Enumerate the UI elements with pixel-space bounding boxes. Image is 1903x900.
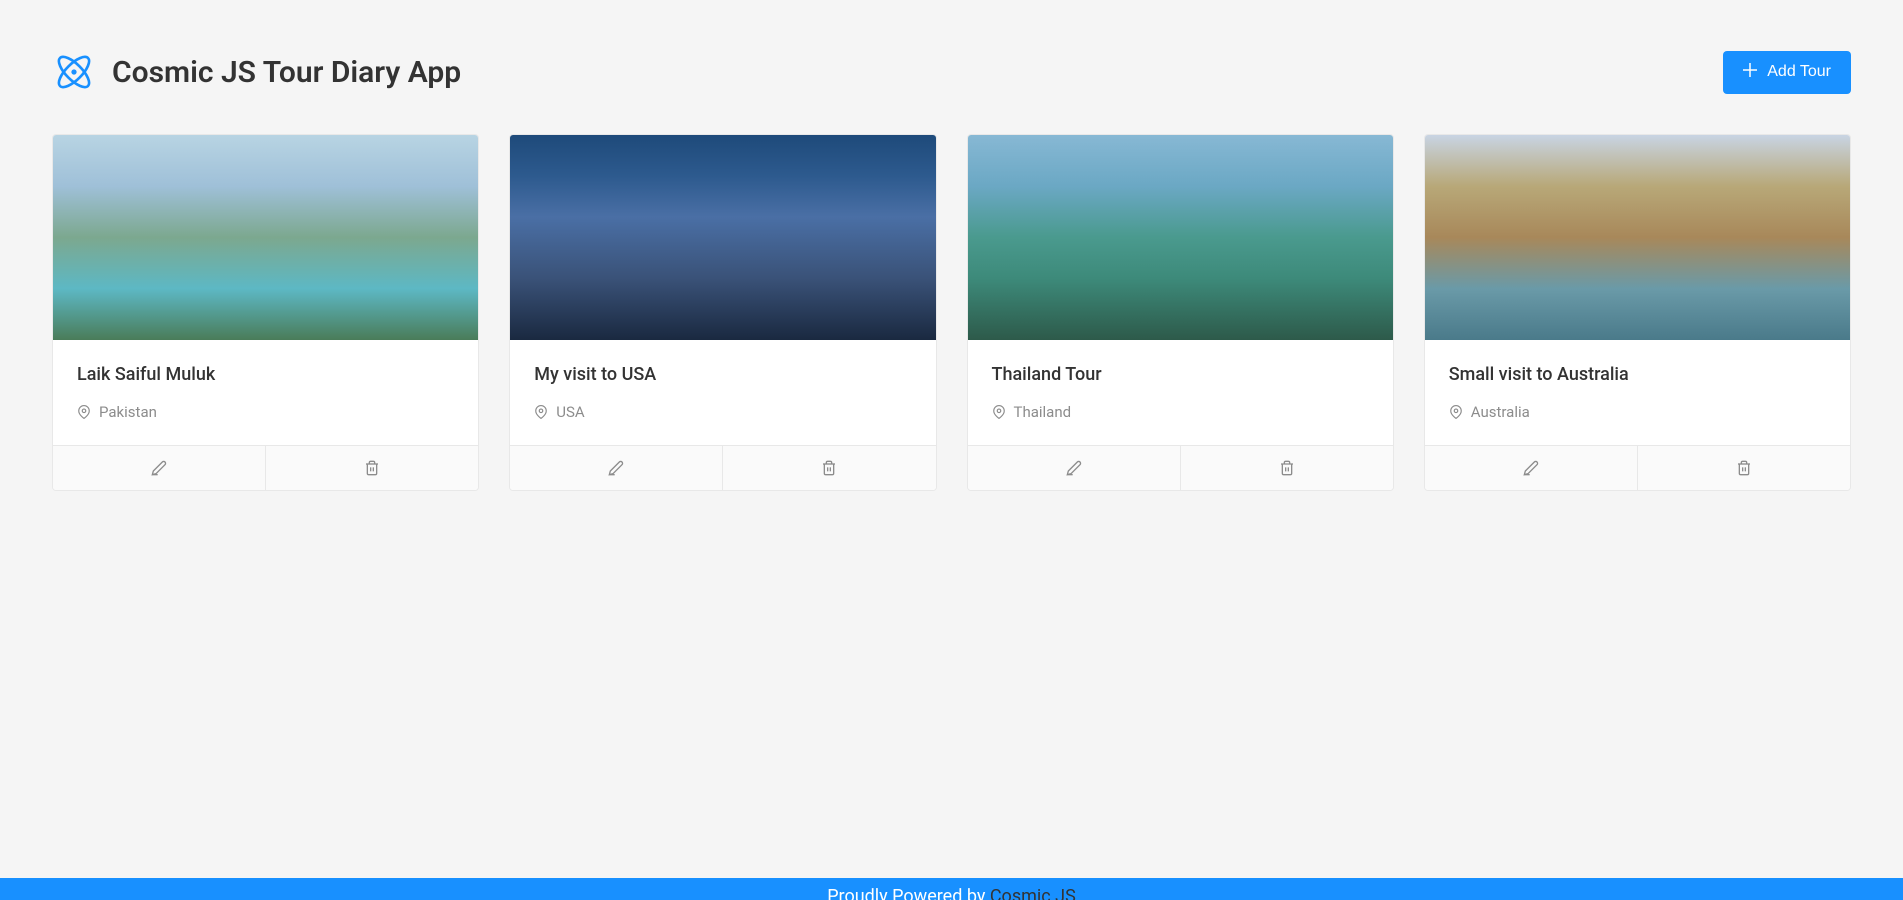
delete-tour-button[interactable] bbox=[1181, 446, 1393, 490]
tour-actions bbox=[510, 445, 935, 490]
tour-card: Small visit to Australia Australia bbox=[1424, 134, 1851, 491]
header-left: Cosmic JS Tour Diary App bbox=[52, 50, 461, 94]
tour-title: Laik Saiful Muluk bbox=[77, 364, 454, 385]
cosmic-logo-icon bbox=[52, 50, 96, 94]
tours-grid: Laik Saiful Muluk Pakistan bbox=[0, 134, 1903, 491]
footer-text: Proudly Powered by bbox=[827, 886, 990, 900]
tour-location: Pakistan bbox=[77, 403, 454, 421]
footer: Proudly Powered by Cosmic JS bbox=[0, 878, 1903, 900]
tour-location-text: USA bbox=[556, 403, 584, 421]
footer-link[interactable]: Cosmic JS bbox=[990, 886, 1076, 900]
delete-tour-button[interactable] bbox=[723, 446, 935, 490]
tour-card: Laik Saiful Muluk Pakistan bbox=[52, 134, 479, 491]
tour-card: My visit to USA USA bbox=[509, 134, 936, 491]
tour-title: Thailand Tour bbox=[992, 364, 1369, 385]
edit-tour-button[interactable] bbox=[1425, 446, 1638, 490]
tour-actions bbox=[968, 445, 1393, 490]
tour-title: My visit to USA bbox=[534, 364, 911, 385]
trash-icon bbox=[1279, 460, 1295, 476]
add-tour-label: Add Tour bbox=[1767, 63, 1831, 81]
header: Cosmic JS Tour Diary App Add Tour bbox=[0, 0, 1903, 134]
tour-title: Small visit to Australia bbox=[1449, 364, 1826, 385]
plus-icon bbox=[1743, 63, 1757, 82]
app-title: Cosmic JS Tour Diary App bbox=[112, 55, 461, 90]
tour-actions bbox=[53, 445, 478, 490]
tour-location-text: Thailand bbox=[1014, 403, 1072, 421]
edit-icon bbox=[1066, 460, 1082, 476]
edit-tour-button[interactable] bbox=[968, 446, 1181, 490]
tour-image[interactable] bbox=[968, 135, 1393, 340]
edit-icon bbox=[151, 460, 167, 476]
tour-image[interactable] bbox=[1425, 135, 1850, 340]
tour-card-body: My visit to USA USA bbox=[510, 340, 935, 445]
trash-icon bbox=[821, 460, 837, 476]
edit-icon bbox=[1523, 460, 1539, 476]
tour-location: USA bbox=[534, 403, 911, 421]
trash-icon bbox=[1736, 460, 1752, 476]
tour-card-body: Small visit to Australia Australia bbox=[1425, 340, 1850, 445]
add-tour-button[interactable]: Add Tour bbox=[1723, 51, 1851, 94]
tour-card: Thailand Tour Thailand bbox=[967, 134, 1394, 491]
tour-location: Thailand bbox=[992, 403, 1369, 421]
location-pin-icon bbox=[534, 405, 548, 419]
delete-tour-button[interactable] bbox=[1638, 446, 1850, 490]
trash-icon bbox=[364, 460, 380, 476]
edit-tour-button[interactable] bbox=[53, 446, 266, 490]
edit-icon bbox=[608, 460, 624, 476]
edit-tour-button[interactable] bbox=[510, 446, 723, 490]
tour-image[interactable] bbox=[53, 135, 478, 340]
tour-actions bbox=[1425, 445, 1850, 490]
tour-location: Australia bbox=[1449, 403, 1826, 421]
tour-image[interactable] bbox=[510, 135, 935, 340]
tour-location-text: Pakistan bbox=[99, 403, 157, 421]
tour-card-body: Thailand Tour Thailand bbox=[968, 340, 1393, 445]
delete-tour-button[interactable] bbox=[266, 446, 478, 490]
location-pin-icon bbox=[1449, 405, 1463, 419]
location-pin-icon bbox=[77, 405, 91, 419]
tour-location-text: Australia bbox=[1471, 403, 1530, 421]
location-pin-icon bbox=[992, 405, 1006, 419]
tour-card-body: Laik Saiful Muluk Pakistan bbox=[53, 340, 478, 445]
